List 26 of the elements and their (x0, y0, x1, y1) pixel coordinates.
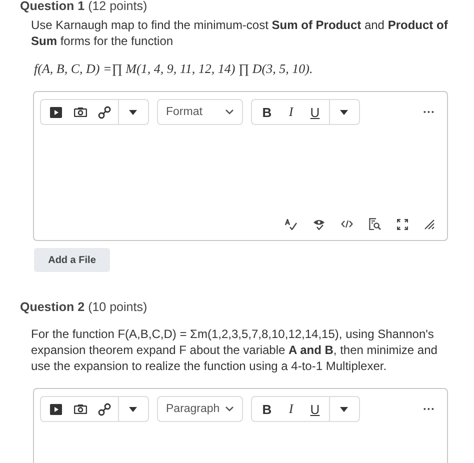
question-heading: Question 2 (10 points) (20, 300, 148, 314)
format-dropdown[interactable]: Paragraph (157, 396, 243, 422)
question-text: For the function F(A,B,C,D) = Σm(1,2,3,5,7,8,10,12,14,15), using Shannon's expansion theorem expand F about the variable A and B, then minimize and use the expansion to realize the function using a 4-to-1 Multiplexer. (31, 326, 438, 374)
editor-box[interactable]: Format B I U ··· (33, 91, 448, 241)
chevron-down-icon (225, 406, 234, 412)
more-button[interactable]: ··· (417, 402, 441, 416)
bold-button[interactable]: B (255, 101, 279, 123)
more-button[interactable]: ··· (417, 105, 441, 119)
code-icon[interactable] (341, 220, 353, 228)
editor-box[interactable]: Paragraph B I U ··· (33, 388, 448, 463)
spellcheck-icon[interactable] (285, 218, 297, 230)
question-heading: Question 1 (12 points) (20, 0, 148, 13)
italic-button[interactable]: I (279, 398, 303, 420)
add-file-button[interactable]: Add a File (34, 248, 110, 272)
italic-button[interactable]: I (279, 101, 303, 123)
resize-handle-icon[interactable] (424, 218, 435, 230)
chevron-down-icon (225, 109, 234, 115)
bold-button[interactable]: B (255, 398, 279, 420)
underline-button[interactable]: U (303, 101, 327, 123)
eye-check-icon[interactable] (313, 218, 325, 230)
formula-text: f(A, B, C, D) =∏ M(1, 4, 9, 11, 12, 14) ∏ D(3, 5, 10). (34, 61, 314, 77)
preview-icon[interactable] (369, 218, 381, 230)
question-text: Use Karnaugh map to find the minimum-cost Sum of Product and Product of Sum forms for the function (31, 17, 449, 49)
fullscreen-icon[interactable] (397, 218, 408, 230)
underline-button[interactable]: U (303, 398, 327, 420)
format-dropdown[interactable]: Format (157, 99, 243, 125)
